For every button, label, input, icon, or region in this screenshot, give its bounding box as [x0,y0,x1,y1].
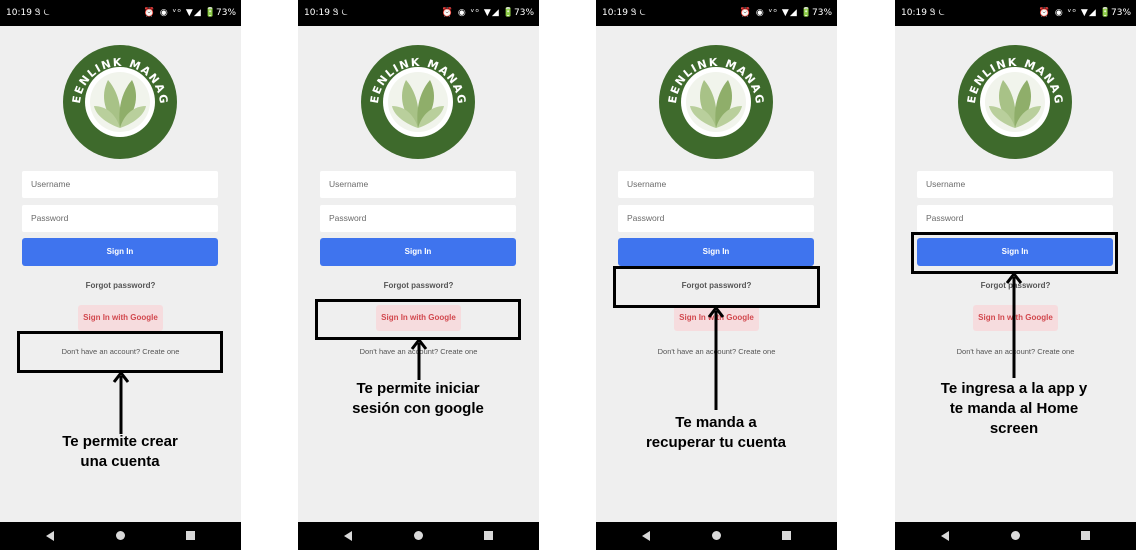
navigation-bar [298,522,539,550]
status-right-icons: ⏰ ◉ ᵛᵒ ▼◢ [1038,8,1097,18]
greenlink-logo: GREENLINK MANAGER [957,44,1072,159]
navigation-bar [596,522,837,550]
arrow-up-icon [112,370,130,434]
password-field[interactable]: Password [22,205,218,232]
status-bar: 10:19 Ꮥ ⏾ ⏰ ◉ ᵛᵒ ▼◢ 🔋73% [298,0,539,26]
status-bar: 10:19 Ꮥ ⏾ ⏰ ◉ ᵛᵒ ▼◢ 🔋73% [596,0,837,26]
status-time: 10:19 [304,8,330,18]
status-bar: 10:19 Ꮥ ⏾ ⏰ ◉ ᵛᵒ ▼◢ 🔋73% [895,0,1136,26]
status-right-icons: ⏰ ◉ ᵛᵒ ▼◢ [143,8,202,18]
username-field[interactable]: Username [22,171,218,198]
status-right-icons: ⏰ ◉ ᵛᵒ ▼◢ [441,8,500,18]
back-icon[interactable] [344,531,352,541]
password-field[interactable]: Password [917,205,1113,232]
google-sign-in-button[interactable]: Sign In with Google [78,305,163,331]
recent-apps-icon[interactable] [782,531,791,540]
caption-forgot-password: Te manda a recuperar tu cuenta [645,414,787,451]
greenlink-logo: GREENLINK MANAGER [658,44,773,159]
highlight-google-sign-in [315,299,521,340]
sign-in-button[interactable]: Sign In [618,238,814,266]
arrow-up-icon [410,337,428,380]
forgot-password-link[interactable]: Forgot password? [298,281,539,290]
greenlink-logo: GREENLINK MANAGER [62,44,177,159]
status-bar: 10:19 Ꮥ ⏾ ⏰ ◉ ᵛᵒ ▼◢ 🔋73% [0,0,241,26]
caption-google-sign-in: Te permite iniciar sesión con google [352,380,484,417]
battery-indicator: 🔋73% [502,8,534,18]
status-left-icons: Ꮥ ⏾ [929,8,946,18]
battery-indicator: 🔋73% [204,8,236,18]
caption-create-account: Te permite crear una cuenta [62,433,178,470]
navigation-bar [895,522,1136,550]
highlight-create-account [17,331,223,373]
status-time: 10:19 [901,8,927,18]
status-time: 10:19 [602,8,628,18]
navigation-bar [0,522,241,550]
status-right-icons: ⏰ ◉ ᵛᵒ ▼◢ [739,8,798,18]
status-left-icons: Ꮥ ⏾ [332,8,349,18]
username-field[interactable]: Username [618,171,814,198]
phone-screen-2: 10:19 Ꮥ ⏾ ⏰ ◉ ᵛᵒ ▼◢🔋73% GREENLINK MANAGE… [298,0,539,550]
home-icon[interactable] [712,531,721,540]
recent-apps-icon[interactable] [186,531,195,540]
password-field[interactable]: Password [320,205,516,232]
password-field[interactable]: Password [618,205,814,232]
sign-in-button[interactable]: Sign In [22,238,218,266]
username-field[interactable]: Username [320,171,516,198]
sign-in-button[interactable]: Sign In [320,238,516,266]
caption-sign-in: Te ingresa a la app y te manda al Home s… [940,380,1088,437]
back-icon[interactable] [941,531,949,541]
forgot-password-link[interactable]: Forgot password? [0,281,241,290]
status-left-icons: Ꮥ ⏾ [34,8,51,18]
battery-indicator: 🔋73% [1099,8,1131,18]
highlight-sign-in [911,232,1118,274]
username-field[interactable]: Username [917,171,1113,198]
home-icon[interactable] [1011,531,1020,540]
battery-indicator: 🔋73% [800,8,832,18]
arrow-up-icon [1005,271,1023,378]
arrow-up-icon [707,305,725,410]
recent-apps-icon[interactable] [1081,531,1090,540]
status-left-icons: Ꮥ ⏾ [630,8,647,18]
home-icon[interactable] [414,531,423,540]
back-icon[interactable] [46,531,54,541]
home-icon[interactable] [116,531,125,540]
greenlink-logo: GREENLINK MANAGER [360,44,475,159]
recent-apps-icon[interactable] [484,531,493,540]
highlight-forgot-password [613,266,820,308]
status-time: 10:19 [6,8,32,18]
back-icon[interactable] [642,531,650,541]
